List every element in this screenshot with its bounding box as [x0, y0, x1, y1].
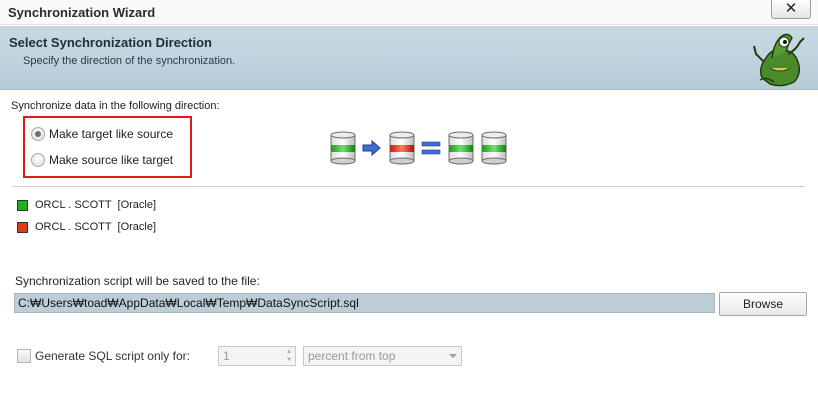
browse-button[interactable]: Browse — [719, 292, 807, 316]
amount-value: 1 — [223, 349, 230, 363]
radio-label-target-like-source: Make target like source — [49, 127, 174, 141]
chevron-down-icon — [449, 354, 457, 358]
radio-label-source-like-target: Make source like target — [49, 153, 174, 167]
database-icon — [481, 131, 507, 165]
amount-stepper[interactable]: 1 ▲ ▼ — [218, 346, 296, 366]
legend-item-source: ORCL . SCOTT [Oracle] — [17, 198, 156, 212]
source-color-swatch — [17, 199, 28, 211]
direction-label: Synchronize data in the following direct… — [11, 100, 220, 112]
toad-frog-icon — [753, 33, 805, 87]
database-icon — [448, 131, 474, 165]
legend-source-label: ORCL . SCOTT [Oracle] — [35, 199, 157, 211]
sync-diagram — [330, 131, 507, 165]
legend-item-target: ORCL . SCOTT [Oracle] — [17, 220, 156, 234]
script-path-field[interactable]: C:₩Users₩toad₩AppData₩Local₩Temp₩DataSyn… — [14, 293, 715, 313]
script-file-label: Synchronization script will be saved to … — [15, 274, 260, 288]
stepper-arrows-icon[interactable]: ▲ ▼ — [284, 348, 294, 364]
database-icon — [389, 131, 415, 165]
generate-sql-label: Generate SQL script only for: — [35, 349, 190, 363]
database-icon — [330, 131, 356, 165]
divider — [12, 186, 805, 187]
target-color-swatch — [17, 221, 28, 233]
legend-target-label: ORCL . SCOTT [Oracle] — [35, 221, 157, 233]
radio-source-like-target[interactable]: Make source like target — [31, 150, 173, 170]
wizard-header: Select Synchronization Direction Specify… — [0, 26, 818, 90]
radio-button-unchecked[interactable] — [31, 153, 45, 167]
arrow-right-icon — [362, 139, 381, 157]
unit-value: percent from top — [308, 349, 396, 363]
radio-button-checked[interactable] — [31, 127, 45, 141]
generate-sql-checkbox[interactable] — [17, 349, 31, 363]
close-button[interactable]: ✕ — [771, 0, 811, 19]
unit-dropdown[interactable]: percent from top — [303, 346, 462, 366]
window-title: Synchronization Wizard — [8, 5, 156, 20]
generate-sql-option[interactable]: Generate SQL script only for: — [17, 347, 190, 365]
page-title: Select Synchronization Direction — [9, 35, 212, 50]
radio-target-like-source[interactable]: Make target like source — [31, 124, 173, 144]
page-subtitle: Specify the direction of the synchroniza… — [23, 55, 236, 67]
equals-icon — [421, 141, 441, 155]
window-titlebar: Synchronization Wizard ✕ — [0, 0, 818, 25]
